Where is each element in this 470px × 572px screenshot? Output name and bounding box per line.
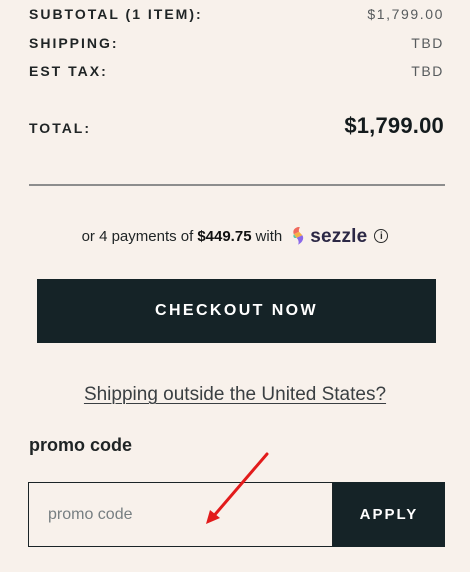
- promo-code-input[interactable]: [28, 482, 333, 547]
- installments-suffix: with: [255, 227, 283, 245]
- sezzle-wordmark: sezzle: [310, 225, 368, 247]
- total-label: TOTAL:: [29, 120, 92, 136]
- checkout-now-button[interactable]: CHECKOUT NOW: [37, 279, 436, 343]
- info-icon[interactable]: i: [374, 229, 389, 243]
- est-tax-row: EST TAX: TBD: [29, 63, 444, 87]
- sezzle-mark-icon: [293, 227, 304, 245]
- sezzle-logo[interactable]: sezzle: [288, 226, 367, 246]
- installments-prefix: or 4 payments of: [81, 227, 194, 245]
- summary-divider: [29, 184, 445, 186]
- subtotal-label: SUBTOTAL (1 ITEM):: [29, 6, 203, 22]
- installment-amount: $449.75: [197, 227, 252, 245]
- est-tax-value: TBD: [411, 63, 444, 79]
- subtotal-value: $1,799.00: [367, 6, 444, 22]
- subtotal-row: SUBTOTAL (1 ITEM): $1,799.00: [29, 6, 444, 30]
- shipping-row: SHIPPING: TBD: [29, 35, 444, 59]
- shipping-value: TBD: [411, 35, 444, 51]
- est-tax-label: EST TAX:: [29, 63, 108, 79]
- shipping-label: SHIPPING:: [29, 35, 119, 51]
- apply-promo-button[interactable]: APPLY: [333, 482, 445, 547]
- promo-code-title: promo code: [29, 435, 133, 455]
- total-value: $1,799.00: [344, 113, 444, 138]
- total-row: TOTAL: $1,799.00: [29, 113, 444, 138]
- shipping-outside-us-link[interactable]: Shipping outside the United States?: [0, 384, 470, 406]
- installments-message: or 4 payments of $449.75 with sezzle i: [0, 226, 470, 246]
